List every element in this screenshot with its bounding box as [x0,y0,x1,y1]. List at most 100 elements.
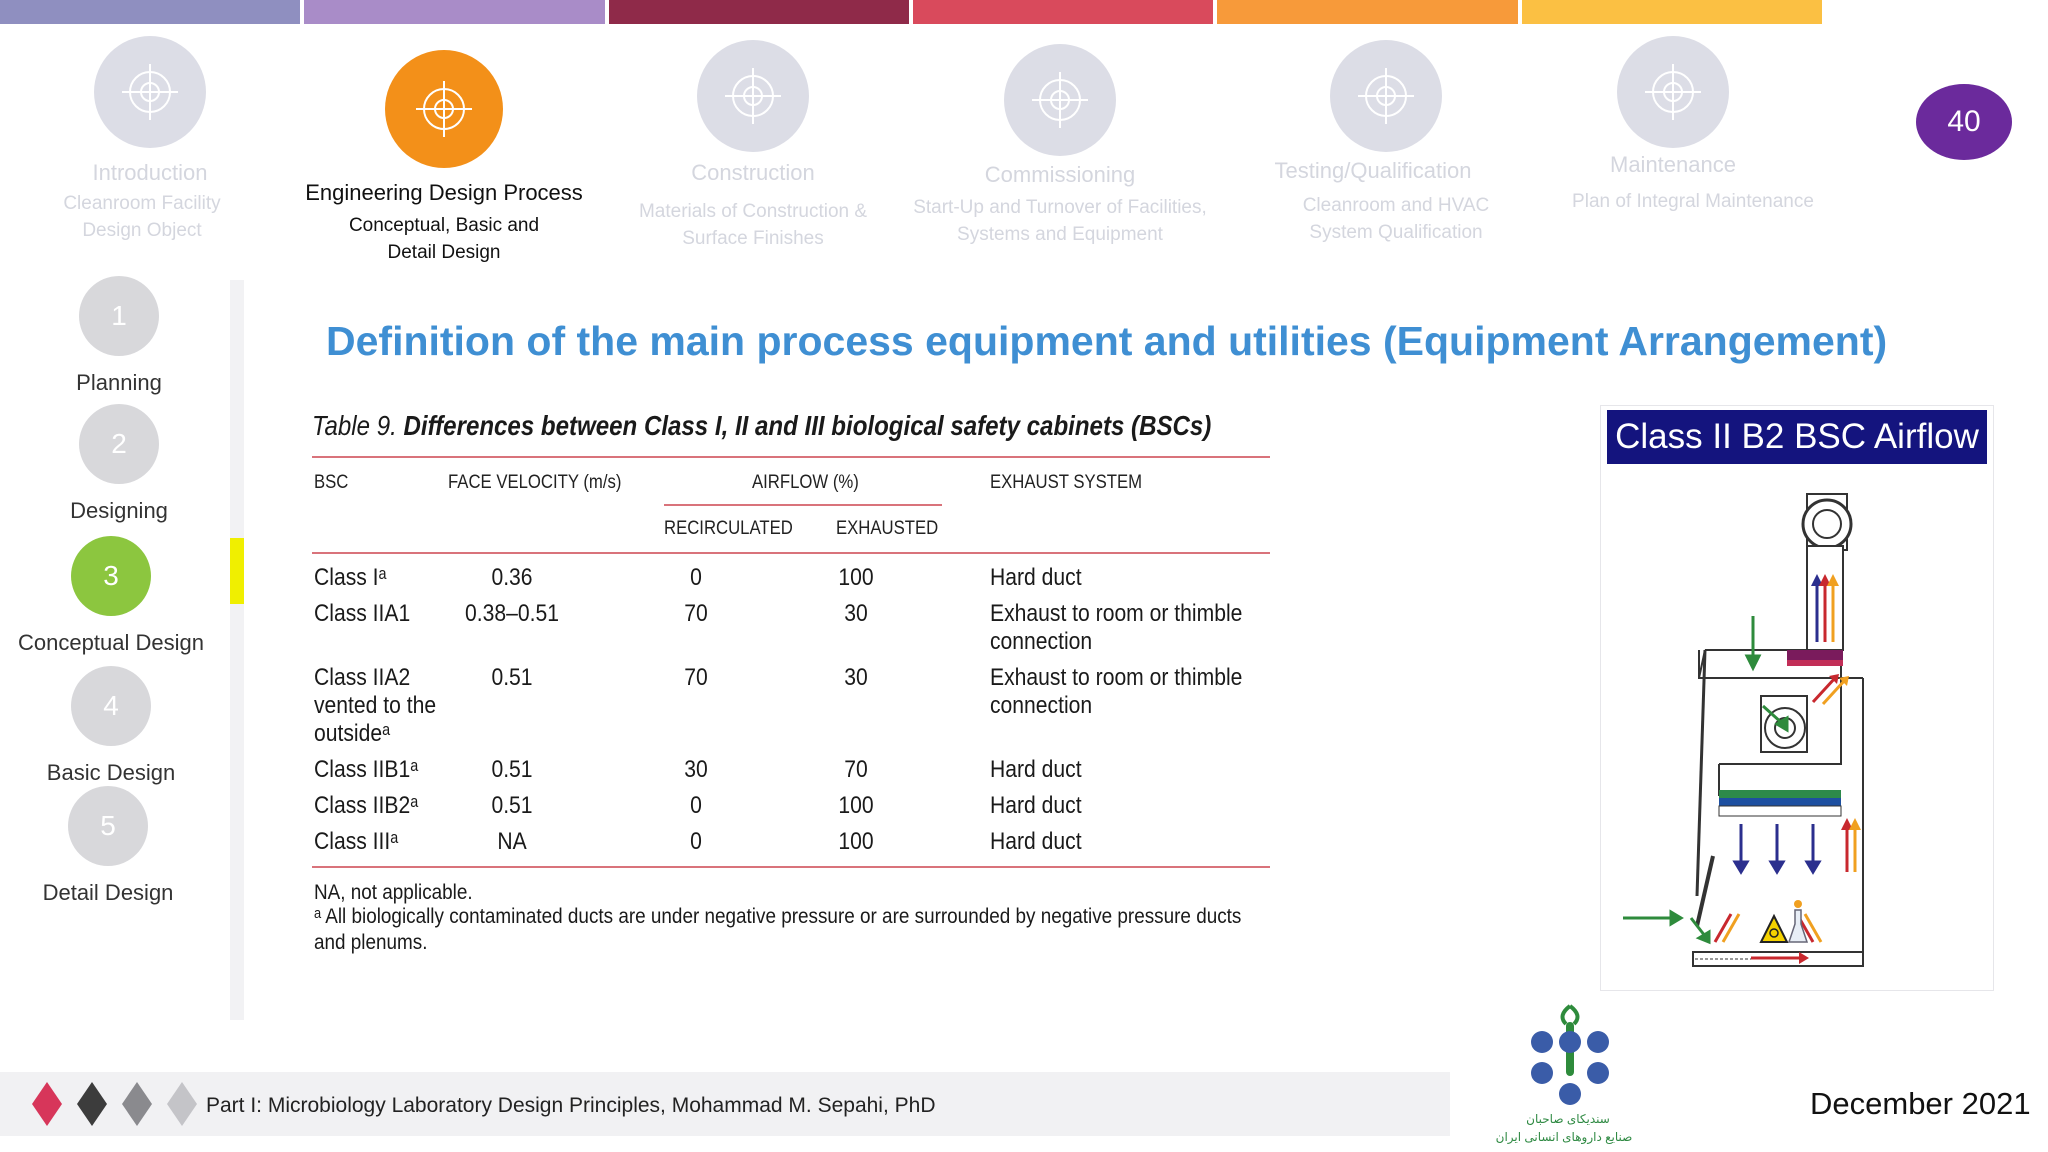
step-number-circle: 5 [68,786,148,866]
stage-introduction: Introduction Cleanroom Facility Design O… [0,36,300,244]
table-cell-exhausted: 100 [838,828,874,855]
stage-maintenance: Maintenance Plan of Integral Maintenance [1523,36,1823,215]
step-planning[interactable]: 1 Planning [4,276,234,396]
stage-title: Introduction [92,160,208,185]
crosshair-icon [1645,64,1701,120]
table-cell-velocity: 0.51 [491,756,533,783]
table-cell-recirculated: 70 [684,664,708,691]
footer-diamond-icon [32,1082,62,1126]
table-cell-velocity: NA [497,828,527,855]
table-caption-prefix: Table 9. [312,410,397,441]
table-cell-velocity: 0.51 [491,664,533,691]
header-bsc: BSC [314,472,349,493]
color-bar-segment [1217,0,1518,24]
table-cell-velocity: 0.51 [491,792,533,819]
stage-construction: Construction Materials of Construction &… [603,36,903,252]
table-cell-recirculated: 0 [690,828,702,855]
bsc-airflow-illustration [1623,493,1864,967]
stage-subtitle: Cleanroom Facility Design Object [63,193,221,241]
table-cell-recirculated: 0 [690,564,702,591]
stage-title: Engineering Design Process [305,180,583,205]
table-cell-exhaust-system: Exhaust to room or thimble connection [990,600,1243,655]
footer-diamond-icon [77,1082,107,1126]
table-rule-top [312,456,1270,458]
airflow-header-rule [664,504,942,506]
table-cell-exhausted: 100 [838,564,874,591]
step-number-circle: 4 [71,666,151,746]
table-cell-exhausted: 30 [844,664,868,691]
bsc-airflow-diagram: Class II B2 BSC Airflow [1600,405,1994,991]
top-color-bar [0,0,1822,24]
step-number-circle: 3 [71,536,151,616]
table-caption: Table 9. Differences between Class I, II… [312,410,1211,442]
stage-title: Maintenance [1610,152,1736,177]
stage-subtitle: Start-Up and Turnover of Facilities, Sys… [913,197,1207,245]
footer-diamond-icon [122,1082,152,1126]
stage-subtitle: Materials of Construction & Surface Fini… [638,201,868,249]
table-footnote-na: NA, not applicable. [314,881,473,904]
crosshair-icon [1358,68,1414,124]
step-detail-design[interactable]: 5 Detail Design [0,786,223,906]
table-cell-exhausted: 30 [844,600,868,627]
header-face-velocity: FACE VELOCITY (m/s) [448,472,622,493]
step-label: Basic Design [46,760,176,785]
table-cell-recirculated: 30 [684,756,708,783]
table-cell-exhaust-system: Hard duct [990,792,1082,819]
table-rule-bottom [312,866,1270,868]
crosshair-icon [416,81,472,137]
step-number-circle: 1 [79,276,159,356]
table-cell-velocity: 0.36 [491,564,533,591]
step-conceptual-design[interactable]: 3 Conceptual Design [0,536,226,656]
table-cell-velocity: 0.38–0.51 [465,600,559,627]
table-cell-bsc: Class IIA2 vented to the outsideᵃ [314,664,437,747]
table-cell-recirculated: 70 [684,600,708,627]
step-label: Planning [76,370,162,395]
stage-title: Construction [691,160,815,185]
crosshair-icon [122,64,178,120]
stage-subtitle: Cleanroom and HVAC System Qualification [1302,195,1490,243]
stage-commissioning: Commissioning Start-Up and Turnover of F… [910,36,1210,248]
table-rule-header [312,552,1270,554]
table-caption-text: Differences between Class I, II and III … [403,410,1212,441]
bsc-comparison-table: Table 9. Differences between Class I, II… [312,410,1272,954]
stage-circle [1004,44,1116,156]
table-cell-exhausted: 100 [838,792,874,819]
step-label: Designing [70,498,168,523]
logo-text-line2: صنایع داروهای انسانی ایران [1495,1130,1633,1144]
step-number-circle: 2 [79,404,159,484]
color-bar-segment [608,0,909,24]
page-title: Definition of the main process equipment… [326,318,1888,364]
step-label: Detail Design [42,880,174,905]
page-number-badge: 40 [1916,84,2012,160]
table-cell-exhaust-system: Exhaust to room or thimble connection [990,664,1243,719]
table-cell-exhaust-system: Hard duct [990,756,1082,783]
table-cell-bsc: Class IIIᵃ [314,828,399,855]
step-label: Conceptual Design [18,630,204,655]
table-cell-exhausted: 70 [844,756,868,783]
step-track-marker [230,538,244,604]
stage-subtitle: Plan of Integral Maintenance [1572,191,1814,212]
header-exhausted: EXHAUSTED [836,518,939,539]
table-cell-recirculated: 0 [690,792,702,819]
header-exhaust-system: EXHAUST SYSTEM [990,472,1143,493]
crosshair-icon [725,68,781,124]
stage-title: Testing/Qualification [1274,158,1472,183]
syndicate-logo-icon [1531,1004,1609,1105]
table-cell-exhaust-system: Hard duct [990,564,1082,591]
stage-circle [1617,36,1729,148]
footer-diamond-icon [167,1082,197,1126]
table-cell-exhaust-system: Hard duct [990,828,1082,855]
table-cell-bsc: Class Iᵃ [314,564,387,591]
crosshair-icon [1032,72,1088,128]
step-designing[interactable]: 2 Designing [4,404,234,524]
logo-text-line1: سندیکای صاحبان [1526,1112,1610,1126]
stage-circle [1330,40,1442,152]
step-basic-design[interactable]: 4 Basic Design [0,666,226,786]
color-bar-segment [304,0,605,24]
color-bar-segment [0,0,301,24]
stage-circle [94,36,206,148]
table-cell-bsc: Class IIB2ᵃ [314,792,419,819]
footer-date: December 2021 [1810,1086,2031,1121]
stage-engineering-design: Engineering Design Process Conceptual, B… [294,36,594,266]
stage-title: Commissioning [984,162,1136,187]
